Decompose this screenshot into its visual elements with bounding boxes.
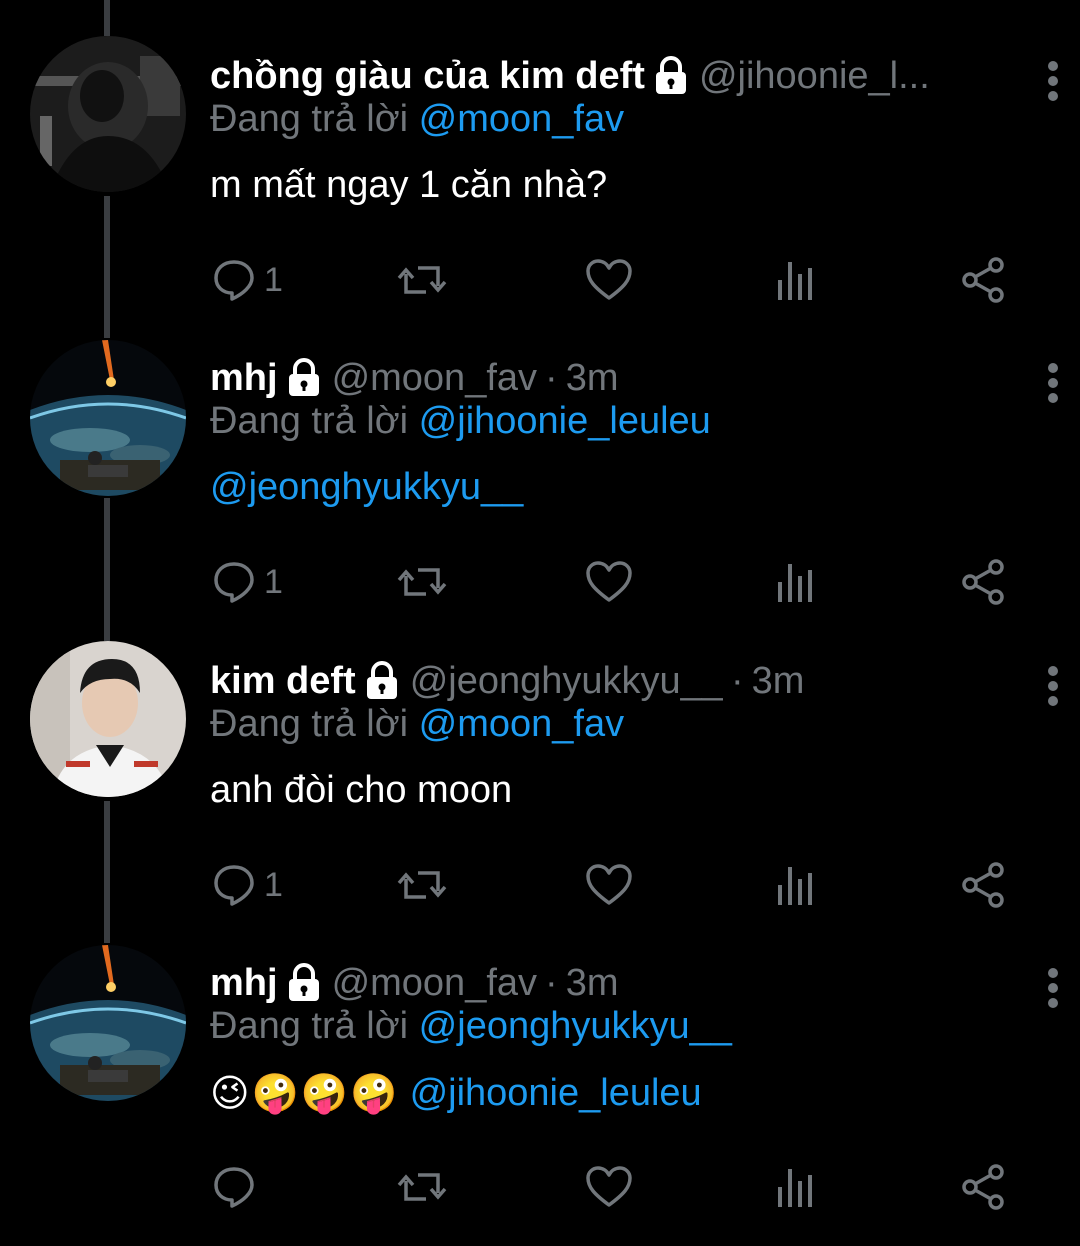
action-bar: 1	[210, 855, 1040, 915]
lock-icon	[364, 661, 400, 701]
retweet-button[interactable]	[396, 552, 448, 612]
lock-icon	[653, 56, 689, 96]
more-icon[interactable]	[1038, 661, 1068, 711]
reply-to-mention[interactable]: @jeonghyukkyu__	[419, 1005, 732, 1047]
like-button[interactable]	[584, 1157, 634, 1217]
handle[interactable]: @moon_fav	[332, 357, 537, 400]
action-bar: 1	[210, 250, 1040, 310]
avatar[interactable]	[30, 36, 186, 192]
views-icon	[778, 1169, 812, 1207]
reply-prefix: Đang trả lời	[210, 98, 409, 140]
tweet-text: @jeonghyukkyu__	[210, 466, 523, 509]
avatar[interactable]	[30, 641, 186, 797]
like-icon	[586, 1166, 632, 1207]
like-icon	[586, 561, 632, 602]
reply-button[interactable]	[210, 1157, 264, 1217]
retweet-icon	[397, 568, 447, 596]
retweet-icon	[397, 266, 447, 294]
tweet[interactable]: chồng giàu của kim deft @jihoonie_l... Đ…	[0, 36, 1080, 339]
avatar[interactable]	[30, 945, 186, 1101]
reply-count: 1	[264, 562, 283, 601]
avatar[interactable]	[30, 340, 186, 496]
share-button[interactable]	[960, 1157, 1006, 1217]
share-button[interactable]	[960, 250, 1006, 310]
tweet-mention[interactable]: @jihoonie_leuleu	[410, 1072, 702, 1115]
reply-to-mention[interactable]: @jihoonie_leuleu	[419, 400, 711, 442]
share-icon	[962, 862, 1004, 908]
action-bar: 1	[210, 552, 1040, 612]
share-button[interactable]	[960, 552, 1006, 612]
more-icon[interactable]	[1038, 56, 1068, 106]
timestamp[interactable]: 3m	[566, 962, 619, 1005]
reply-context: Đang trả lời @jeonghyukkyu__	[210, 1005, 732, 1048]
tweet[interactable]: kim deft @jeonghyukkyu__ · 3m Đang trả l…	[0, 641, 1080, 944]
like-icon	[586, 259, 632, 300]
reply-context: Đang trả lời @moon_fav	[210, 703, 624, 746]
handle[interactable]: @moon_fav	[332, 962, 537, 1005]
share-icon	[962, 1164, 1004, 1210]
display-name[interactable]: mhj	[210, 357, 278, 400]
reply-button[interactable]: 1	[210, 552, 283, 612]
reply-icon	[214, 562, 254, 603]
thread-line	[104, 0, 110, 36]
handle[interactable]: @jihoonie_l...	[699, 55, 930, 98]
reply-context: Đang trả lời @moon_fav	[210, 98, 624, 141]
views-icon	[778, 867, 812, 905]
views-icon	[778, 564, 812, 602]
tweet[interactable]: mhj @moon_fav · 3m Đang trả lời @jihooni…	[0, 338, 1080, 641]
like-button[interactable]	[584, 855, 634, 915]
timestamp[interactable]: 3m	[752, 660, 805, 703]
reply-to-mention[interactable]: @moon_fav	[419, 98, 624, 140]
separator-dot: ·	[545, 356, 558, 399]
reply-icon	[214, 865, 254, 906]
reply-context: Đang trả lời @jihoonie_leuleu	[210, 400, 711, 443]
reply-prefix: Đang trả lời	[210, 400, 409, 442]
lock-icon	[286, 963, 322, 1003]
tweet-text: m mất ngay 1 căn nhà?	[210, 164, 608, 206]
views-icon	[778, 262, 812, 300]
tweet-text: 😉🤪🤪🤪 @jihoonie_leuleu	[210, 1071, 702, 1116]
reply-prefix: Đang trả lời	[210, 703, 409, 745]
share-icon	[962, 257, 1004, 303]
retweet-button[interactable]	[396, 250, 448, 310]
tweet[interactable]: mhj @moon_fav · 3m Đang trả lời @jeonghy…	[0, 943, 1080, 1246]
display-name[interactable]: mhj	[210, 962, 278, 1005]
tweet-text: anh đòi cho moon	[210, 769, 513, 811]
display-name[interactable]: kim deft	[210, 660, 356, 703]
handle[interactable]: @jeonghyukkyu__	[410, 660, 723, 703]
action-bar	[210, 1157, 1040, 1217]
retweet-icon	[397, 1173, 447, 1201]
reply-button[interactable]: 1	[210, 250, 283, 310]
views-button[interactable]	[776, 1157, 816, 1217]
timestamp[interactable]: 3m	[566, 357, 619, 400]
retweet-icon	[397, 871, 447, 899]
separator-dot: ·	[545, 961, 558, 1004]
emoji-text: 😉🤪🤪🤪	[210, 1073, 400, 1115]
more-icon[interactable]	[1038, 963, 1068, 1013]
reply-icon	[214, 260, 254, 301]
reply-icon	[214, 1167, 254, 1208]
like-button[interactable]	[584, 250, 634, 310]
share-icon	[962, 559, 1004, 605]
like-icon	[586, 864, 632, 905]
like-button[interactable]	[584, 552, 634, 612]
views-button[interactable]	[776, 855, 816, 915]
tweet-mention[interactable]: @jeonghyukkyu__	[210, 466, 523, 509]
reply-count: 1	[264, 260, 283, 299]
share-button[interactable]	[960, 855, 1006, 915]
more-icon[interactable]	[1038, 358, 1068, 408]
reply-button[interactable]: 1	[210, 855, 283, 915]
retweet-button[interactable]	[396, 855, 448, 915]
views-button[interactable]	[776, 552, 816, 612]
retweet-button[interactable]	[396, 1157, 448, 1217]
reply-count: 1	[264, 865, 283, 904]
reply-to-mention[interactable]: @moon_fav	[419, 703, 624, 745]
reply-prefix: Đang trả lời	[210, 1005, 409, 1047]
separator-dot: ·	[730, 659, 744, 702]
views-button[interactable]	[776, 250, 816, 310]
lock-icon	[286, 358, 322, 398]
display-name[interactable]: chồng giàu của kim deft	[210, 55, 645, 98]
